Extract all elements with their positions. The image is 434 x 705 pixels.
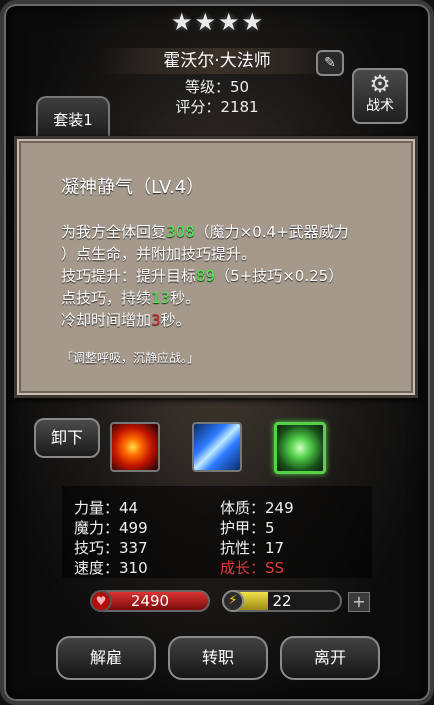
pencil-icon: ✎: [324, 55, 336, 71]
tactics-button[interactable]: ⚙ 战术: [352, 68, 408, 124]
tactics-label: 战术: [366, 98, 394, 114]
skill-boost-value: 89: [196, 267, 216, 285]
class-change-button[interactable]: 转职: [168, 636, 268, 680]
stats-panel: 力量：44 体质：249 魔力：499 护甲：5 技巧：337 抗性：17 速度…: [62, 486, 372, 578]
skill-quote: 「调整呼吸，沉静应战。」: [61, 351, 200, 365]
equipment-set-tab[interactable]: 套装1: [36, 96, 110, 136]
skill-title: 凝神静气（LV.4）: [61, 177, 205, 198]
focus-skill-icon[interactable]: [274, 422, 326, 474]
desc-text: （5+技巧×0.25）: [215, 267, 344, 285]
lightning-icon: ⚡: [222, 590, 244, 612]
duration-value: 13: [151, 289, 171, 307]
stat-growth: 成长：SS: [220, 559, 285, 577]
desc-text: 冷却时间增加: [61, 311, 152, 329]
unequip-button[interactable]: 卸下: [34, 418, 100, 458]
star-icon: ★: [218, 8, 240, 36]
stat-resistance: 抗性：17: [220, 539, 285, 557]
edit-name-button[interactable]: ✎: [316, 50, 344, 76]
heal-value: 308: [166, 223, 195, 241]
add-energy-button[interactable]: +: [348, 592, 370, 612]
heart-icon: ♥: [90, 590, 112, 612]
star-icon: ★: [194, 8, 216, 36]
stat-skill: 技巧：337: [74, 539, 148, 557]
skill-description: 为我方全体回复308（魔力×0.4+武器威力 ）点生命，并附加技巧提升。 技巧提…: [61, 221, 381, 331]
desc-text: 点技巧，持续: [61, 289, 152, 307]
ice-skill-icon[interactable]: [192, 422, 242, 472]
star-icon: ★: [170, 8, 193, 36]
character-name: 霍沃尔·大法师: [100, 48, 334, 74]
desc-text: 秒。: [160, 311, 191, 329]
gear-icon: ⚙: [369, 70, 391, 98]
stat-constitution: 体质：249: [220, 499, 294, 517]
stat-magic: 魔力：499: [74, 519, 148, 537]
cooldown-value: 3: [151, 311, 161, 329]
stat-strength: 力量：44: [74, 499, 139, 517]
desc-text: 技巧提升：提升目标: [61, 267, 197, 285]
desc-text: （魔力×0.4+武器威力: [194, 223, 349, 241]
desc-text: ）点生命，并附加技巧提升。: [61, 245, 257, 263]
leave-button[interactable]: 离开: [280, 636, 380, 680]
star-icon: ★: [241, 8, 264, 36]
star-rating: ★★★★: [0, 8, 434, 36]
skill-tooltip: 凝神静气（LV.4） 为我方全体回复308（魔力×0.4+武器威力 ）点生命，并…: [14, 136, 418, 398]
stat-speed: 速度：310: [74, 559, 148, 577]
dismiss-button[interactable]: 解雇: [56, 636, 156, 680]
desc-text: 为我方全体回复: [61, 223, 167, 241]
fire-skill-icon[interactable]: [110, 422, 160, 472]
desc-text: 秒。: [170, 289, 201, 307]
stat-armor: 护甲：5: [220, 519, 275, 537]
